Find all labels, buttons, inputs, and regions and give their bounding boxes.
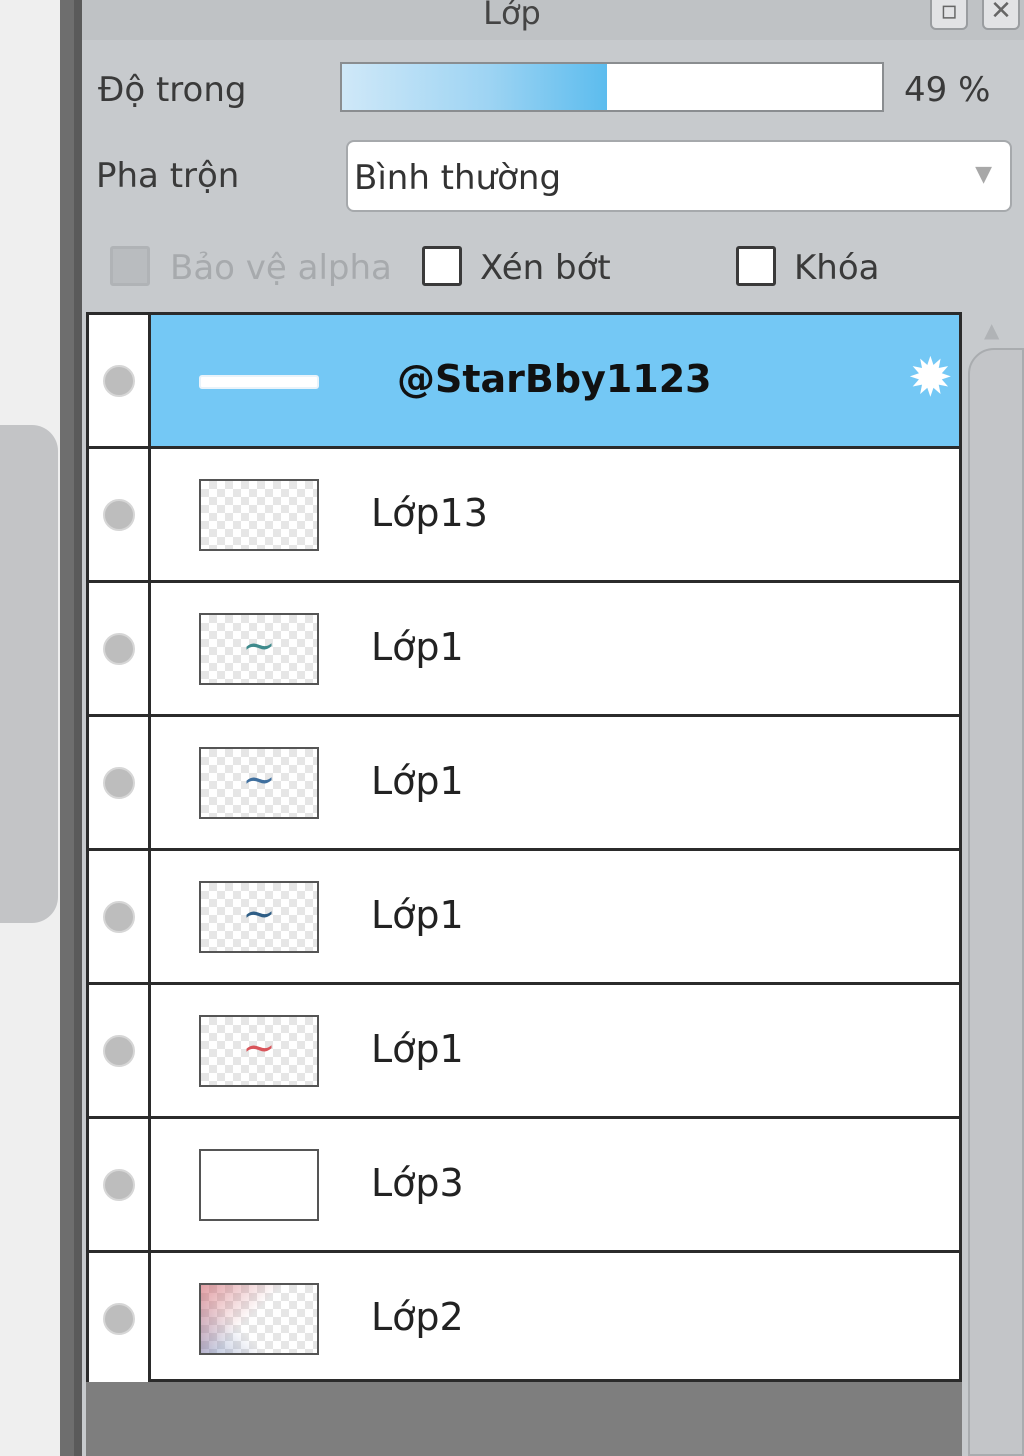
layer-row[interactable]: Lớp13 [89,449,959,583]
opacity-slider[interactable] [340,62,884,112]
layer-list: @StarBby1123 ✹ Lớp13 ~ Lớp1 ~ Lớp1 ~ Lớp… [86,312,962,1387]
layer-thumbnail [199,1149,319,1221]
panel-divider-inner [74,0,82,1456]
layer-thumbnail: ~ [199,1015,319,1087]
visibility-dot-icon [103,365,135,397]
layer-thumbnail: ~ [199,747,319,819]
layer-row[interactable]: ~ Lớp1 [89,717,959,851]
layer-panel: Lớp ▫ ✕ Độ trong 49 % Pha trộn Bình thườ… [82,0,1024,1456]
layer-row[interactable]: ~ Lớp1 [89,851,959,985]
script-art-icon: ~ [242,757,276,803]
panel-title: Lớp [483,0,541,32]
visibility-dot-icon [103,767,135,799]
blend-label: Pha trộn [96,156,240,196]
panel-title-bar: Lớp ▫ ✕ [82,0,1024,40]
visibility-dot-icon [103,499,135,531]
layer-row[interactable]: Lớp3 [89,1119,959,1253]
clip-label: Xén bớt [480,248,611,288]
collapse-handle[interactable] [0,425,58,923]
layer-row-body[interactable]: Lớp2 [151,1253,959,1387]
visibility-toggle[interactable] [89,449,151,580]
layer-row[interactable]: ~ Lớp1 [89,583,959,717]
layer-name: Lớp2 [371,1295,464,1339]
layer-thumbnail [199,375,319,389]
lock-checkbox[interactable] [736,246,776,286]
flag-art-icon [201,1285,317,1353]
layer-row-body[interactable]: ~ Lớp1 [151,717,959,848]
gear-icon[interactable]: ✹ [908,351,953,405]
layer-row[interactable]: @StarBby1123 ✹ [89,315,959,449]
blend-mode-select[interactable]: Bình thường ▼ [346,140,1012,212]
chevron-down-icon: ▼ [975,162,992,187]
layer-row-body[interactable]: Lớp3 [151,1119,959,1250]
visibility-dot-icon [103,1035,135,1067]
layer-name: Lớp3 [371,1161,464,1205]
visibility-toggle[interactable] [89,315,151,446]
layer-name: Lớp1 [371,1027,464,1071]
layer-name: @StarBby1123 [397,357,712,401]
visibility-toggle[interactable] [89,1253,151,1387]
layer-row-body[interactable]: Lớp13 [151,449,959,580]
opacity-slider-fill [342,64,607,110]
protect-alpha-label: Bảo vệ alpha [170,248,392,288]
script-art-icon: ~ [242,623,276,669]
visibility-dot-icon [103,1303,135,1335]
layer-thumbnail: ~ [199,881,319,953]
opacity-label: Độ trong [98,70,247,110]
blend-mode-value: Bình thường [354,158,562,198]
layer-row-body[interactable]: ~ Lớp1 [151,583,959,714]
scroll-up-icon[interactable]: ▲ [984,318,999,342]
visibility-toggle[interactable] [89,985,151,1116]
layer-name: Lớp1 [371,625,464,669]
script-art-icon: ~ [242,891,276,937]
visibility-dot-icon [103,901,135,933]
visibility-dot-icon [103,633,135,665]
script-art-icon: ~ [242,1025,276,1071]
layer-row-body[interactable]: ~ Lớp1 [151,985,959,1116]
layer-row[interactable]: Lớp2 [89,1253,959,1387]
layer-thumbnail: ~ [199,613,319,685]
opacity-value: 49 % [904,70,991,110]
clip-checkbox[interactable] [422,246,462,286]
layer-list-scrollbar[interactable] [968,348,1024,1456]
layer-row-body[interactable]: @StarBby1123 ✹ [151,315,959,446]
layer-list-footer [86,1382,962,1456]
layer-thumbnail [199,1283,319,1355]
float-panel-icon[interactable]: ▫ [930,0,968,30]
visibility-toggle[interactable] [89,1119,151,1250]
lock-label: Khóa [794,248,880,288]
visibility-toggle[interactable] [89,851,151,982]
layer-name: Lớp1 [371,893,464,937]
layer-name: Lớp13 [371,491,488,535]
layer-thumbnail [199,479,319,551]
visibility-toggle[interactable] [89,717,151,848]
layer-row-body[interactable]: ~ Lớp1 [151,851,959,982]
layer-name: Lớp1 [371,759,464,803]
layer-row[interactable]: ~ Lớp1 [89,985,959,1119]
close-panel-icon[interactable]: ✕ [982,0,1020,30]
visibility-dot-icon [103,1169,135,1201]
protect-alpha-checkbox[interactable] [110,246,150,286]
visibility-toggle[interactable] [89,583,151,714]
